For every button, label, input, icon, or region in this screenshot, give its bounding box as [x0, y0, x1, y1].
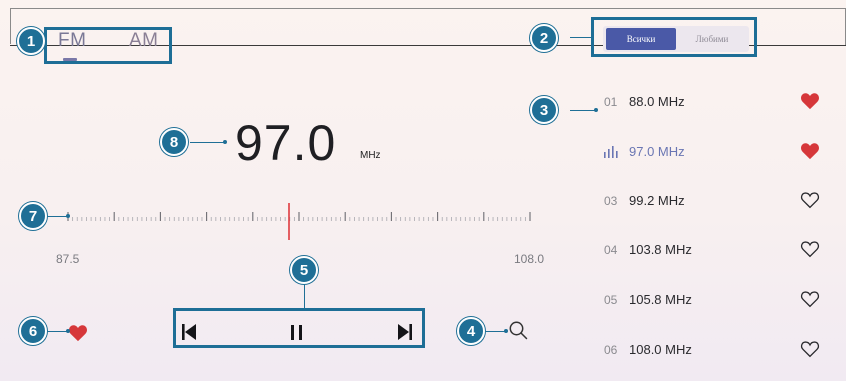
callout-leader	[570, 110, 595, 111]
callout-box-band-tabs	[44, 27, 172, 64]
favorite-toggle[interactable]	[68, 324, 88, 347]
callout-badge: 4	[457, 317, 485, 345]
equalizer-icon	[604, 146, 618, 158]
scale-max-label: 108.0	[514, 252, 545, 266]
station-frequency: 108.0 MHz	[629, 342, 692, 357]
callout-leader-dot	[223, 140, 227, 144]
station-index: 01	[604, 95, 618, 109]
heart-outline-icon[interactable]	[800, 290, 820, 308]
callout-leader	[570, 37, 592, 38]
callout-badge: 1	[17, 27, 45, 55]
heart-filled-icon[interactable]	[800, 142, 820, 160]
search-button[interactable]	[508, 320, 528, 345]
station-index: 06	[604, 343, 618, 357]
callout-leader-dot	[66, 214, 70, 218]
station-item[interactable]: 01 88.0 MHz	[604, 93, 834, 113]
callout-badge: 5	[290, 256, 318, 284]
radio-screen: FM AM Всички Любими 97.0 MHz 87.5 108.0	[0, 0, 846, 381]
tuning-scale-ticks	[67, 212, 531, 221]
callout-box-filter	[591, 17, 757, 57]
heart-filled-icon	[69, 325, 87, 342]
heart-outline-icon[interactable]	[800, 240, 820, 258]
station-frequency: 103.8 MHz	[629, 242, 692, 257]
callout-leader-dot	[504, 329, 508, 333]
station-frequency: 97.0 MHz	[629, 144, 685, 159]
callout-leader-dot	[594, 108, 598, 112]
callout-box-controls	[173, 308, 425, 348]
station-index: 04	[604, 243, 618, 257]
scale-min-label: 87.5	[56, 252, 80, 266]
callout-leader	[46, 216, 68, 217]
search-icon	[509, 321, 528, 340]
station-item[interactable]: 06 108.0 MHz	[604, 341, 834, 361]
heart-outline-icon[interactable]	[800, 340, 820, 358]
callout-leader	[483, 331, 505, 332]
station-frequency: 99.2 MHz	[629, 193, 685, 208]
heart-filled-icon[interactable]	[800, 92, 820, 110]
callout-badge: 8	[160, 128, 188, 156]
callout-leader	[46, 331, 68, 332]
station-item[interactable]: 03 99.2 MHz	[604, 192, 834, 212]
station-item-active[interactable]: 97.0 MHz	[604, 143, 834, 163]
callout-badge: 2	[530, 24, 558, 52]
station-index: 05	[604, 293, 618, 307]
callout-leader-dot	[66, 329, 70, 333]
station-frequency: 105.8 MHz	[629, 292, 692, 307]
callout-leader	[190, 142, 224, 143]
callout-leader	[304, 284, 305, 309]
station-frequency: 88.0 MHz	[629, 94, 685, 109]
heart-outline-icon[interactable]	[800, 191, 820, 209]
station-item[interactable]: 05 105.8 MHz	[604, 291, 834, 311]
callout-badge: 7	[19, 202, 47, 230]
callout-badge: 3	[530, 96, 558, 124]
callout-badge: 6	[19, 317, 47, 345]
station-index: 03	[604, 194, 618, 208]
station-item[interactable]: 04 103.8 MHz	[604, 241, 834, 261]
